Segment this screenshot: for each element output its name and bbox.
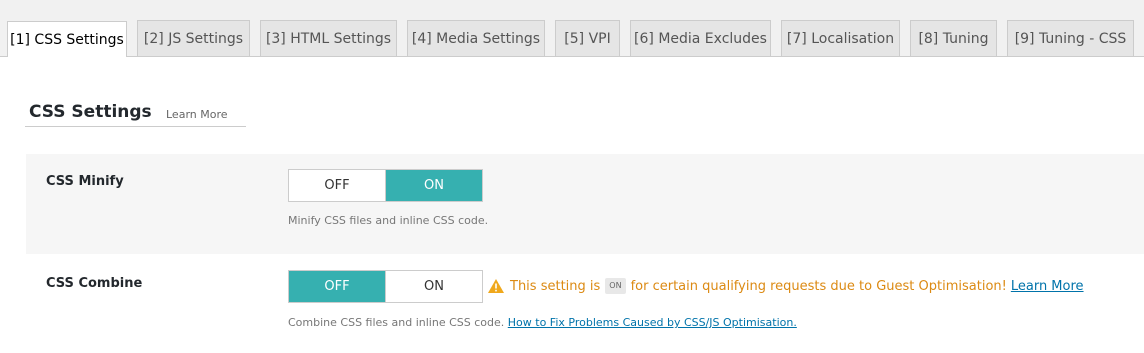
section-title: CSS Settings xyxy=(29,102,152,122)
tab-vpi[interactable]: [5] VPI xyxy=(555,20,620,56)
warning-text-before: This setting is xyxy=(510,278,601,294)
optimisation-help-link[interactable]: How to Fix Problems Caused by CSS/JS Opt… xyxy=(508,316,797,329)
tab-tuning[interactable]: [8] Tuning xyxy=(910,20,997,56)
tab-media-settings[interactable]: [4] Media Settings xyxy=(407,20,545,56)
css-minify-off-option[interactable]: OFF xyxy=(289,170,385,201)
css-minify-toggle[interactable]: OFF ON xyxy=(288,169,483,202)
css-combine-toggle[interactable]: OFF ON xyxy=(288,270,483,303)
tab-css-settings[interactable]: [1] CSS Settings xyxy=(7,21,127,58)
css-combine-label: CSS Combine xyxy=(46,276,143,291)
settings-panel: CSS Settings Learn More CSS Minify OFF O… xyxy=(0,57,1144,353)
css-combine-on-option[interactable]: ON xyxy=(385,271,482,302)
css-minify-description: Minify CSS files and inline CSS code. xyxy=(288,214,489,227)
warning-icon xyxy=(488,279,504,293)
tab-js-settings[interactable]: [2] JS Settings xyxy=(137,20,250,56)
section-learn-more-link[interactable]: Learn More xyxy=(166,108,228,121)
tab-tuning-css[interactable]: [9] Tuning - CSS xyxy=(1007,20,1134,56)
css-minify-label: CSS Minify xyxy=(46,174,124,189)
on-badge: ON xyxy=(605,278,626,294)
css-combine-description-text: Combine CSS files and inline CSS code. xyxy=(288,316,505,329)
warning-text-after: for certain qualifying requests due to G… xyxy=(630,278,1007,294)
css-combine-off-option[interactable]: OFF xyxy=(289,271,385,302)
css-minify-row xyxy=(26,154,1144,254)
tab-html-settings[interactable]: [3] HTML Settings xyxy=(260,20,397,56)
tab-media-excludes[interactable]: [6] Media Excludes xyxy=(630,20,771,56)
guest-optimisation-warning: This setting is ON for certain qualifyin… xyxy=(488,278,1084,294)
css-combine-description: Combine CSS files and inline CSS code. H… xyxy=(288,316,797,329)
css-minify-on-option[interactable]: ON xyxy=(385,170,482,201)
settings-tabs: [1] CSS Settings [2] JS Settings [3] HTM… xyxy=(0,0,1144,58)
tab-localisation[interactable]: [7] Localisation xyxy=(781,20,900,56)
warning-learn-more-link[interactable]: Learn More xyxy=(1011,279,1084,294)
section-title-underline xyxy=(25,126,246,127)
